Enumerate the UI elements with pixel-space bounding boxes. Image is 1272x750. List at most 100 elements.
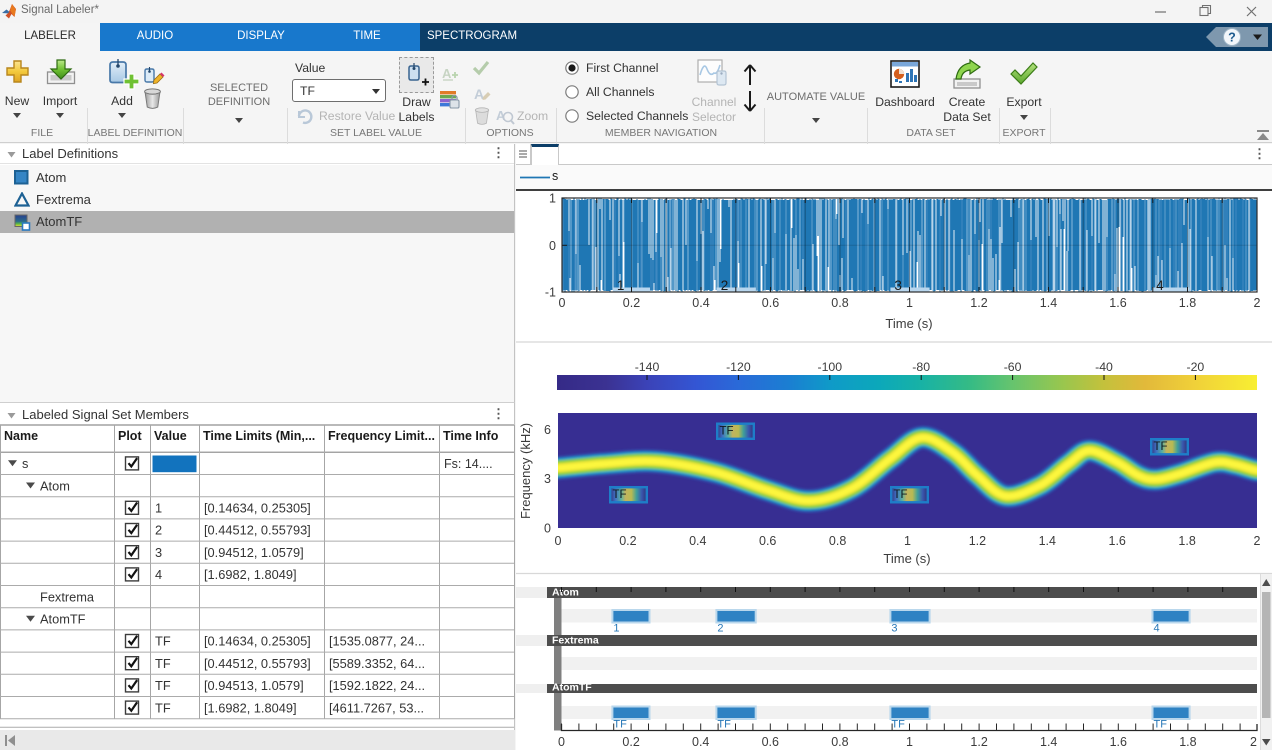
svg-text:2: 2 bbox=[155, 523, 162, 538]
svg-text:-80: -80 bbox=[912, 360, 930, 374]
svg-text:1: 1 bbox=[906, 296, 913, 310]
svg-text:Fextrema: Fextrema bbox=[40, 589, 95, 604]
svg-text:AtomTF: AtomTF bbox=[40, 612, 86, 627]
svg-text:Atom: Atom bbox=[552, 587, 579, 599]
svg-text:1.2: 1.2 bbox=[970, 296, 987, 310]
svg-text:TF: TF bbox=[891, 719, 905, 731]
svg-text:1: 1 bbox=[904, 534, 911, 548]
svg-text:0.2: 0.2 bbox=[623, 296, 640, 310]
svg-text:TF: TF bbox=[155, 700, 171, 715]
svg-text:-40: -40 bbox=[1095, 360, 1113, 374]
svg-text:1: 1 bbox=[549, 192, 556, 206]
svg-text:TF: TF bbox=[155, 656, 171, 671]
svg-text:0: 0 bbox=[544, 522, 551, 536]
svg-text:3: 3 bbox=[891, 623, 897, 635]
svg-text:0.6: 0.6 bbox=[759, 534, 776, 548]
svg-text:1.8: 1.8 bbox=[1179, 735, 1196, 749]
svg-text:[0.14634, 0.25305]: [0.14634, 0.25305] bbox=[204, 634, 311, 649]
svg-text:0.2: 0.2 bbox=[619, 534, 636, 548]
svg-text:Frequency Limit...: Frequency Limit... bbox=[328, 429, 435, 443]
svg-text:1.6: 1.6 bbox=[1109, 296, 1126, 310]
svg-text:TF: TF bbox=[1154, 441, 1168, 453]
svg-text:2: 2 bbox=[1254, 296, 1261, 310]
svg-text:-140: -140 bbox=[635, 360, 660, 374]
svg-text:0.4: 0.4 bbox=[692, 735, 709, 749]
svg-text:0.6: 0.6 bbox=[762, 735, 779, 749]
svg-text:-1: -1 bbox=[545, 286, 556, 300]
svg-text:3: 3 bbox=[894, 278, 902, 293]
svg-text:Name: Name bbox=[4, 429, 38, 443]
svg-text:2: 2 bbox=[1254, 534, 1261, 548]
svg-text:2: 2 bbox=[717, 623, 723, 635]
svg-text:1.6: 1.6 bbox=[1109, 534, 1126, 548]
svg-text:1.2: 1.2 bbox=[970, 735, 987, 749]
svg-text:1: 1 bbox=[613, 623, 619, 635]
svg-text:1.8: 1.8 bbox=[1178, 534, 1195, 548]
svg-text:4: 4 bbox=[1154, 623, 1160, 635]
svg-text:TF: TF bbox=[894, 489, 908, 501]
svg-text:[0.94513, 1.0579]: [0.94513, 1.0579] bbox=[204, 678, 304, 693]
svg-text:1.4: 1.4 bbox=[1040, 735, 1057, 749]
svg-text:TF: TF bbox=[1154, 719, 1168, 731]
svg-text:-100: -100 bbox=[817, 360, 842, 374]
svg-text:3: 3 bbox=[544, 472, 551, 486]
svg-text:0.2: 0.2 bbox=[622, 735, 639, 749]
svg-text:0: 0 bbox=[558, 735, 565, 749]
svg-text:Fextrema: Fextrema bbox=[552, 635, 599, 647]
svg-text:[0.94512, 1.0579]: [0.94512, 1.0579] bbox=[204, 545, 304, 560]
svg-text:TF: TF bbox=[720, 426, 734, 438]
svg-text:[1535.0877, 24...: [1535.0877, 24... bbox=[329, 634, 425, 649]
svg-text:0.8: 0.8 bbox=[829, 534, 846, 548]
svg-text:[0.14634, 0.25305]: [0.14634, 0.25305] bbox=[204, 501, 311, 516]
svg-text:?: ? bbox=[1228, 31, 1236, 45]
svg-text:Time Limits (Min,...: Time Limits (Min,... bbox=[203, 429, 315, 443]
svg-text:6: 6 bbox=[544, 423, 551, 437]
svg-text:[5589.3352, 64...: [5589.3352, 64... bbox=[329, 656, 425, 671]
svg-text:Time (s): Time (s) bbox=[883, 551, 930, 566]
svg-text:0.4: 0.4 bbox=[692, 296, 709, 310]
svg-text:Plot: Plot bbox=[118, 429, 142, 443]
svg-text:2: 2 bbox=[1250, 735, 1257, 749]
svg-text:1: 1 bbox=[906, 735, 913, 749]
svg-text:-60: -60 bbox=[1004, 360, 1022, 374]
svg-text:s: s bbox=[22, 456, 28, 471]
svg-text:Atom: Atom bbox=[40, 478, 70, 493]
svg-text:-20: -20 bbox=[1187, 360, 1205, 374]
svg-text:[1.6982, 1.8049]: [1.6982, 1.8049] bbox=[204, 700, 297, 715]
svg-text:1.6: 1.6 bbox=[1110, 735, 1127, 749]
svg-text:A: A bbox=[442, 66, 452, 81]
svg-text:TF: TF bbox=[155, 634, 171, 649]
svg-text:[1592.1822, 24...: [1592.1822, 24... bbox=[329, 678, 425, 693]
svg-text:0.6: 0.6 bbox=[762, 296, 779, 310]
svg-text:4: 4 bbox=[155, 567, 162, 582]
svg-text:Value: Value bbox=[154, 429, 187, 443]
svg-text:TF: TF bbox=[613, 719, 627, 731]
svg-text:TF: TF bbox=[717, 719, 731, 731]
svg-text:AtomTF: AtomTF bbox=[552, 682, 592, 694]
svg-text:1: 1 bbox=[617, 278, 625, 293]
svg-text:4: 4 bbox=[1156, 278, 1164, 293]
svg-text:1.2: 1.2 bbox=[969, 534, 986, 548]
svg-text:1.8: 1.8 bbox=[1179, 296, 1196, 310]
svg-text:2: 2 bbox=[721, 278, 729, 293]
svg-text:Fs: 14....: Fs: 14.... bbox=[444, 457, 493, 471]
svg-text:0: 0 bbox=[559, 296, 566, 310]
svg-text:TF: TF bbox=[613, 489, 627, 501]
svg-text:[0.44512, 0.55793]: [0.44512, 0.55793] bbox=[204, 523, 311, 538]
svg-text:0.4: 0.4 bbox=[689, 534, 706, 548]
svg-text:0.8: 0.8 bbox=[831, 735, 848, 749]
svg-text:0: 0 bbox=[555, 534, 562, 548]
svg-text:1.4: 1.4 bbox=[1039, 534, 1056, 548]
svg-text:Time Info: Time Info bbox=[443, 429, 499, 443]
svg-text:[0.44512, 0.55793]: [0.44512, 0.55793] bbox=[204, 656, 311, 671]
svg-text:1.4: 1.4 bbox=[1040, 296, 1057, 310]
svg-text:0.8: 0.8 bbox=[831, 296, 848, 310]
svg-text:3: 3 bbox=[155, 545, 162, 560]
svg-text:Frequency (kHz): Frequency (kHz) bbox=[518, 423, 533, 519]
svg-text:TF: TF bbox=[155, 678, 171, 693]
svg-text:[4611.7267, 53...: [4611.7267, 53... bbox=[329, 700, 424, 715]
svg-text:-120: -120 bbox=[726, 360, 751, 374]
svg-text:1: 1 bbox=[155, 501, 162, 516]
svg-text:[1.6982, 1.8049]: [1.6982, 1.8049] bbox=[204, 567, 297, 582]
svg-text:0: 0 bbox=[549, 239, 556, 253]
